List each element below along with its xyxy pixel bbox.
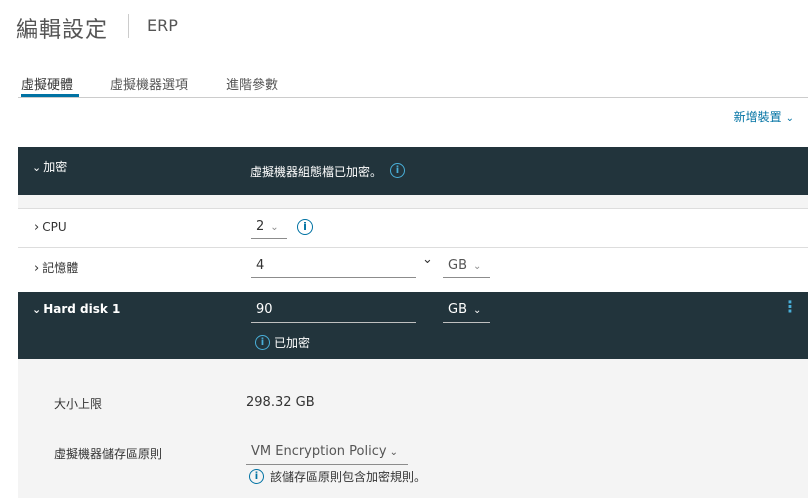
chevron-down-icon: ⌄ — [389, 447, 398, 458]
encryption-label: 加密 — [43, 160, 68, 174]
add-device-label: 新增裝置 — [733, 110, 782, 124]
tab-advanced-parameters[interactable]: 進階參數 — [226, 74, 278, 93]
hard-disk-label: Hard disk 1 — [43, 302, 121, 316]
chevron-down-icon: ⌄ — [785, 113, 794, 124]
storage-policy-label: 虛擬機器儲存區原則 — [54, 447, 163, 461]
chevron-down-icon: ⌄ — [32, 303, 42, 316]
hard-disk-unit-value: GB — [448, 302, 467, 317]
memory-unit-select[interactable]: GB ⌄ — [443, 258, 490, 278]
memory-label: 記憶體 — [42, 261, 79, 275]
cpu-count-select[interactable]: 2 ⌄ — [251, 219, 287, 239]
chevron-down-icon: ⌄ — [32, 161, 42, 174]
hard-disk-row: ⌄ Hard disk 1 90 GB ⌄ i 已加密 ⋮ — [18, 292, 808, 359]
chevron-down-icon: ⌄ — [473, 261, 482, 272]
title-divider — [128, 14, 129, 38]
more-actions-icon[interactable]: ⋮ — [782, 299, 798, 315]
add-device-button[interactable]: 新增裝置 ⌄ — [734, 108, 794, 125]
chevron-right-icon: › — [34, 261, 40, 276]
chevron-down-icon: ⌄ — [473, 305, 482, 316]
row-divider — [18, 247, 808, 248]
max-size-value: 298.32 GB — [246, 395, 315, 410]
info-icon[interactable]: i — [249, 469, 264, 484]
hard-disk-encrypted-status: 已加密 — [274, 336, 311, 350]
hard-disk-toggle[interactable]: ⌄ Hard disk 1 — [32, 302, 120, 316]
memory-step-chevron-icon[interactable]: ⌄ — [422, 252, 433, 267]
hard-disk-unit-select[interactable]: GB ⌄ — [443, 302, 490, 323]
memory-size-input[interactable]: 4 — [251, 258, 416, 278]
info-icon[interactable]: i — [390, 163, 405, 178]
storage-policy-value: VM Encryption Policy — [251, 444, 387, 459]
memory-toggle[interactable]: › 記憶體 — [34, 259, 78, 276]
storage-policy-select[interactable]: VM Encryption Policy ⌄ — [246, 444, 408, 465]
info-icon[interactable]: i — [255, 335, 270, 350]
info-icon[interactable]: i — [297, 219, 313, 235]
chevron-down-icon: ⌄ — [270, 222, 279, 233]
memory-unit-value: GB — [448, 258, 467, 273]
cpu-toggle[interactable]: › CPU — [34, 220, 67, 235]
encryption-row: ⌄ 加密 虛擬機器組態檔已加密。 i — [18, 147, 808, 195]
cpu-label: CPU — [42, 220, 67, 234]
memory-size-value: 4 — [256, 258, 265, 273]
cpu-count-value: 2 — [256, 219, 265, 234]
max-size-label: 大小上限 — [54, 397, 103, 411]
chevron-right-icon: › — [34, 220, 40, 235]
vm-name: ERP — [147, 16, 178, 35]
tab-vm-options[interactable]: 虛擬機器選項 — [110, 74, 188, 93]
hard-disk-size-input[interactable]: 90 — [251, 302, 416, 323]
storage-policy-note: 該儲存區原則包含加密規則。 — [270, 470, 427, 484]
page-title: 編輯設定 — [16, 18, 109, 43]
encryption-toggle[interactable]: ⌄ 加密 — [32, 158, 67, 175]
spacer-row — [18, 195, 808, 209]
active-tab-indicator — [21, 94, 79, 97]
hard-disk-size-value: 90 — [256, 302, 273, 317]
tabs-divider — [18, 97, 808, 98]
encryption-status: 虛擬機器組態檔已加密。 — [250, 165, 383, 179]
tab-virtual-hardware[interactable]: 虛擬硬體 — [21, 74, 73, 93]
